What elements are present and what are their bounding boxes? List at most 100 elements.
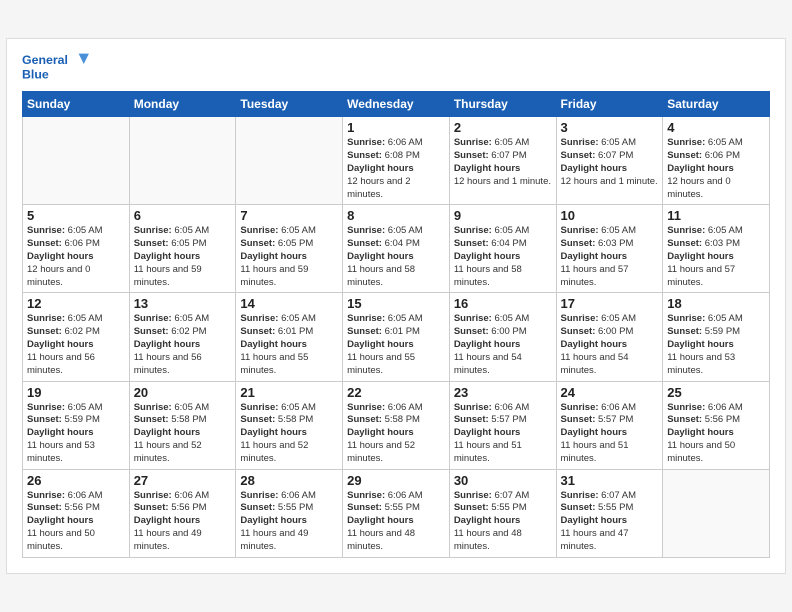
day-number: 25 — [667, 385, 765, 400]
day-number: 31 — [561, 473, 659, 488]
day-number: 2 — [454, 120, 552, 135]
day-cell-19: 19 Sunrise: 6:05 AM Sunset: 5:59 PM Dayl… — [23, 381, 130, 469]
day-cell-1: 1 Sunrise: 6:06 AM Sunset: 6:08 PM Dayli… — [343, 117, 450, 205]
svg-text:Blue: Blue — [22, 68, 49, 82]
week-row-3: 12 Sunrise: 6:05 AM Sunset: 6:02 PM Dayl… — [23, 293, 770, 381]
day-cell-17: 17 Sunrise: 6:05 AM Sunset: 6:00 PM Dayl… — [556, 293, 663, 381]
day-info: Sunrise: 6:05 AM Sunset: 5:59 PM Dayligh… — [27, 402, 125, 466]
day-cell-26: 26 Sunrise: 6:06 AM Sunset: 5:56 PM Dayl… — [23, 469, 130, 557]
day-info: Sunrise: 6:05 AM Sunset: 5:58 PM Dayligh… — [134, 402, 232, 466]
weekday-header-wednesday: Wednesday — [343, 92, 450, 117]
day-info: Sunrise: 6:05 AM Sunset: 6:06 PM Dayligh… — [27, 225, 125, 289]
day-info: Sunrise: 6:05 AM Sunset: 6:04 PM Dayligh… — [454, 225, 552, 289]
day-cell-3: 3 Sunrise: 6:05 AM Sunset: 6:07 PM Dayli… — [556, 117, 663, 205]
day-cell-7: 7 Sunrise: 6:05 AM Sunset: 6:05 PM Dayli… — [236, 205, 343, 293]
day-info: Sunrise: 6:06 AM Sunset: 5:58 PM Dayligh… — [347, 402, 445, 466]
day-number: 16 — [454, 296, 552, 311]
day-info: Sunrise: 6:06 AM Sunset: 5:57 PM Dayligh… — [561, 402, 659, 466]
day-cell-14: 14 Sunrise: 6:05 AM Sunset: 6:01 PM Dayl… — [236, 293, 343, 381]
day-info: Sunrise: 6:07 AM Sunset: 5:55 PM Dayligh… — [454, 490, 552, 554]
day-info: Sunrise: 6:06 AM Sunset: 5:56 PM Dayligh… — [667, 402, 765, 466]
day-number: 17 — [561, 296, 659, 311]
weekday-header-tuesday: Tuesday — [236, 92, 343, 117]
day-info: Sunrise: 6:06 AM Sunset: 5:57 PM Dayligh… — [454, 402, 552, 466]
day-cell-5: 5 Sunrise: 6:05 AM Sunset: 6:06 PM Dayli… — [23, 205, 130, 293]
day-info: Sunrise: 6:05 AM Sunset: 6:03 PM Dayligh… — [561, 225, 659, 289]
day-number: 30 — [454, 473, 552, 488]
week-row-5: 26 Sunrise: 6:06 AM Sunset: 5:56 PM Dayl… — [23, 469, 770, 557]
day-number: 13 — [134, 296, 232, 311]
day-info: Sunrise: 6:06 AM Sunset: 5:56 PM Dayligh… — [134, 490, 232, 554]
day-cell-empty — [236, 117, 343, 205]
day-cell-29: 29 Sunrise: 6:06 AM Sunset: 5:55 PM Dayl… — [343, 469, 450, 557]
day-info: Sunrise: 6:05 AM Sunset: 6:07 PM Dayligh… — [561, 137, 659, 188]
day-cell-2: 2 Sunrise: 6:05 AM Sunset: 6:07 PM Dayli… — [449, 117, 556, 205]
day-info: Sunrise: 6:05 AM Sunset: 6:07 PM Dayligh… — [454, 137, 552, 188]
day-number: 10 — [561, 208, 659, 223]
day-cell-empty — [663, 469, 770, 557]
day-info: Sunrise: 6:05 AM Sunset: 6:00 PM Dayligh… — [454, 313, 552, 377]
day-info: Sunrise: 6:07 AM Sunset: 5:55 PM Dayligh… — [561, 490, 659, 554]
weekday-header-thursday: Thursday — [449, 92, 556, 117]
day-number: 3 — [561, 120, 659, 135]
day-number: 7 — [240, 208, 338, 223]
week-row-4: 19 Sunrise: 6:05 AM Sunset: 5:59 PM Dayl… — [23, 381, 770, 469]
calendar-table: SundayMondayTuesdayWednesdayThursdayFrid… — [22, 91, 770, 557]
weekday-header-row: SundayMondayTuesdayWednesdayThursdayFrid… — [23, 92, 770, 117]
day-number: 26 — [27, 473, 125, 488]
day-cell-10: 10 Sunrise: 6:05 AM Sunset: 6:03 PM Dayl… — [556, 205, 663, 293]
day-cell-28: 28 Sunrise: 6:06 AM Sunset: 5:55 PM Dayl… — [236, 469, 343, 557]
day-info: Sunrise: 6:05 AM Sunset: 5:59 PM Dayligh… — [667, 313, 765, 377]
day-cell-30: 30 Sunrise: 6:07 AM Sunset: 5:55 PM Dayl… — [449, 469, 556, 557]
day-info: Sunrise: 6:05 AM Sunset: 6:05 PM Dayligh… — [240, 225, 338, 289]
day-cell-27: 27 Sunrise: 6:06 AM Sunset: 5:56 PM Dayl… — [129, 469, 236, 557]
day-number: 5 — [27, 208, 125, 223]
day-info: Sunrise: 6:05 AM Sunset: 5:58 PM Dayligh… — [240, 402, 338, 466]
calendar-wrapper: General Blue SundayMondayTuesdayWednesda… — [6, 38, 786, 573]
day-cell-24: 24 Sunrise: 6:06 AM Sunset: 5:57 PM Dayl… — [556, 381, 663, 469]
day-cell-9: 9 Sunrise: 6:05 AM Sunset: 6:04 PM Dayli… — [449, 205, 556, 293]
day-info: Sunrise: 6:06 AM Sunset: 5:55 PM Dayligh… — [240, 490, 338, 554]
day-number: 14 — [240, 296, 338, 311]
day-number: 27 — [134, 473, 232, 488]
day-cell-8: 8 Sunrise: 6:05 AM Sunset: 6:04 PM Dayli… — [343, 205, 450, 293]
day-info: Sunrise: 6:05 AM Sunset: 6:04 PM Dayligh… — [347, 225, 445, 289]
day-number: 28 — [240, 473, 338, 488]
day-number: 1 — [347, 120, 445, 135]
day-cell-12: 12 Sunrise: 6:05 AM Sunset: 6:02 PM Dayl… — [23, 293, 130, 381]
day-number: 11 — [667, 208, 765, 223]
day-number: 9 — [454, 208, 552, 223]
day-number: 29 — [347, 473, 445, 488]
logo: General Blue — [22, 49, 92, 83]
day-number: 18 — [667, 296, 765, 311]
day-number: 15 — [347, 296, 445, 311]
day-cell-23: 23 Sunrise: 6:06 AM Sunset: 5:57 PM Dayl… — [449, 381, 556, 469]
week-row-1: 1 Sunrise: 6:06 AM Sunset: 6:08 PM Dayli… — [23, 117, 770, 205]
day-info: Sunrise: 6:06 AM Sunset: 6:08 PM Dayligh… — [347, 137, 445, 201]
day-number: 12 — [27, 296, 125, 311]
day-cell-20: 20 Sunrise: 6:05 AM Sunset: 5:58 PM Dayl… — [129, 381, 236, 469]
day-info: Sunrise: 6:05 AM Sunset: 6:01 PM Dayligh… — [240, 313, 338, 377]
day-cell-empty — [129, 117, 236, 205]
weekday-header-monday: Monday — [129, 92, 236, 117]
week-row-2: 5 Sunrise: 6:05 AM Sunset: 6:06 PM Dayli… — [23, 205, 770, 293]
svg-text:General: General — [22, 53, 68, 67]
day-info: Sunrise: 6:06 AM Sunset: 5:56 PM Dayligh… — [27, 490, 125, 554]
day-cell-13: 13 Sunrise: 6:05 AM Sunset: 6:02 PM Dayl… — [129, 293, 236, 381]
day-info: Sunrise: 6:05 AM Sunset: 6:00 PM Dayligh… — [561, 313, 659, 377]
logo-icon: General Blue — [22, 49, 92, 83]
day-info: Sunrise: 6:05 AM Sunset: 6:05 PM Dayligh… — [134, 225, 232, 289]
day-cell-18: 18 Sunrise: 6:05 AM Sunset: 5:59 PM Dayl… — [663, 293, 770, 381]
day-cell-4: 4 Sunrise: 6:05 AM Sunset: 6:06 PM Dayli… — [663, 117, 770, 205]
weekday-header-saturday: Saturday — [663, 92, 770, 117]
weekday-header-friday: Friday — [556, 92, 663, 117]
calendar-header: General Blue — [22, 49, 770, 83]
day-number: 4 — [667, 120, 765, 135]
day-cell-25: 25 Sunrise: 6:06 AM Sunset: 5:56 PM Dayl… — [663, 381, 770, 469]
day-cell-22: 22 Sunrise: 6:06 AM Sunset: 5:58 PM Dayl… — [343, 381, 450, 469]
day-cell-16: 16 Sunrise: 6:05 AM Sunset: 6:00 PM Dayl… — [449, 293, 556, 381]
day-cell-11: 11 Sunrise: 6:05 AM Sunset: 6:03 PM Dayl… — [663, 205, 770, 293]
day-number: 21 — [240, 385, 338, 400]
day-number: 6 — [134, 208, 232, 223]
day-info: Sunrise: 6:05 AM Sunset: 6:02 PM Dayligh… — [134, 313, 232, 377]
